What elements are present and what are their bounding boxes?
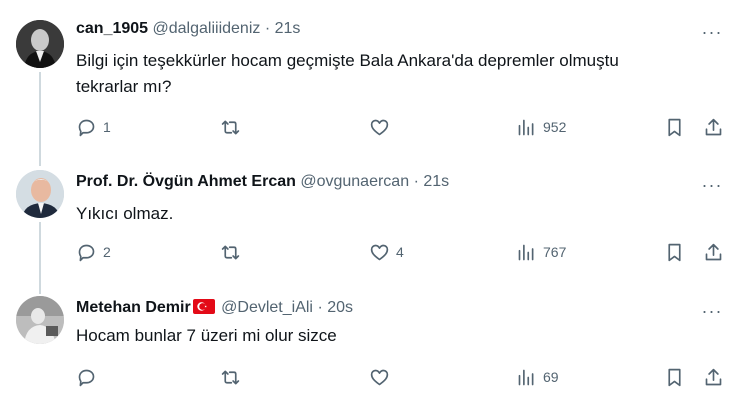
bookmark-button[interactable] — [664, 241, 685, 263]
like-icon — [370, 369, 389, 385]
views-button[interactable]: 767 — [516, 241, 566, 263]
separator-dot: · — [413, 173, 419, 190]
views-button[interactable]: 69 — [516, 366, 559, 388]
bookmark-icon — [668, 243, 681, 261]
reply-button[interactable]: 2 — [76, 241, 111, 263]
reply-icon — [78, 119, 95, 136]
tweet-time[interactable]: 21s — [275, 20, 301, 37]
share-icon — [705, 118, 722, 135]
tweet-time[interactable]: 21s — [423, 173, 449, 190]
reply-count: 1 — [103, 119, 111, 135]
like-button[interactable] — [369, 366, 396, 388]
bookmark-button[interactable] — [664, 116, 685, 138]
share-button[interactable] — [703, 116, 724, 138]
views-count: 952 — [543, 119, 567, 135]
bookmark-icon — [668, 368, 681, 386]
reply-button[interactable] — [76, 366, 103, 388]
tweet-text: Bilgi için teşekkürler hocam geçmişte Ba… — [76, 51, 619, 96]
views-icon — [518, 244, 534, 260]
tweet-text: Hocam bunlar 7 üzeri mi olur sizce — [76, 326, 337, 345]
retweet-button[interactable] — [220, 116, 247, 138]
retweet-icon — [221, 370, 240, 384]
tweet-time[interactable]: 20s — [327, 299, 353, 316]
reply-count: 2 — [103, 244, 111, 260]
like-button[interactable] — [369, 116, 396, 138]
author-name[interactable]: Metehan Demir — [76, 299, 191, 316]
author-name[interactable]: can_1905 — [76, 20, 148, 37]
share-icon — [705, 368, 722, 385]
more-icon[interactable]: ··· — [700, 176, 724, 200]
like-count: 4 — [396, 244, 404, 260]
reply-icon — [78, 369, 95, 386]
reply-icon — [78, 244, 95, 261]
bookmark-button[interactable] — [664, 366, 685, 388]
views-icon — [518, 369, 534, 385]
avatar-ovgunaercan[interactable] — [16, 170, 64, 218]
like-icon — [370, 119, 389, 135]
views-count: 767 — [543, 244, 567, 260]
retweet-icon — [221, 120, 240, 134]
retweet-button[interactable] — [220, 241, 247, 263]
tweet-text: Yıkıcı olmaz. — [76, 204, 174, 223]
separator-dot: · — [317, 299, 323, 316]
author-handle[interactable]: @Devlet_iAli — [221, 299, 313, 316]
like-icon — [370, 244, 389, 260]
more-icon[interactable]: ··· — [700, 302, 724, 326]
retweet-icon — [221, 245, 240, 259]
author-name[interactable]: Prof. Dr. Övgün Ahmet Ercan — [76, 173, 296, 190]
share-icon — [705, 243, 722, 260]
share-button[interactable] — [703, 241, 724, 263]
turkey-flag-icon — [192, 299, 215, 314]
share-button[interactable] — [703, 366, 724, 388]
author-handle[interactable]: @ovgunaercan — [300, 173, 409, 190]
views-count: 69 — [543, 369, 559, 385]
views-button[interactable]: 952 — [516, 116, 566, 138]
separator-dot: · — [264, 20, 271, 37]
author-handle[interactable]: @dalgaliiideniz — [153, 20, 261, 37]
more-icon[interactable]: ··· — [700, 23, 724, 47]
reply-button[interactable]: 1 — [76, 116, 111, 138]
avatar-devlet-iali[interactable] — [16, 296, 64, 344]
retweet-button[interactable] — [220, 366, 247, 388]
avatar-can1905[interactable] — [16, 20, 64, 68]
thread-line-1 — [39, 72, 41, 166]
views-icon — [518, 119, 534, 135]
like-button[interactable]: 4 — [369, 241, 404, 263]
bookmark-icon — [668, 118, 681, 136]
thread-line-2 — [39, 222, 41, 294]
